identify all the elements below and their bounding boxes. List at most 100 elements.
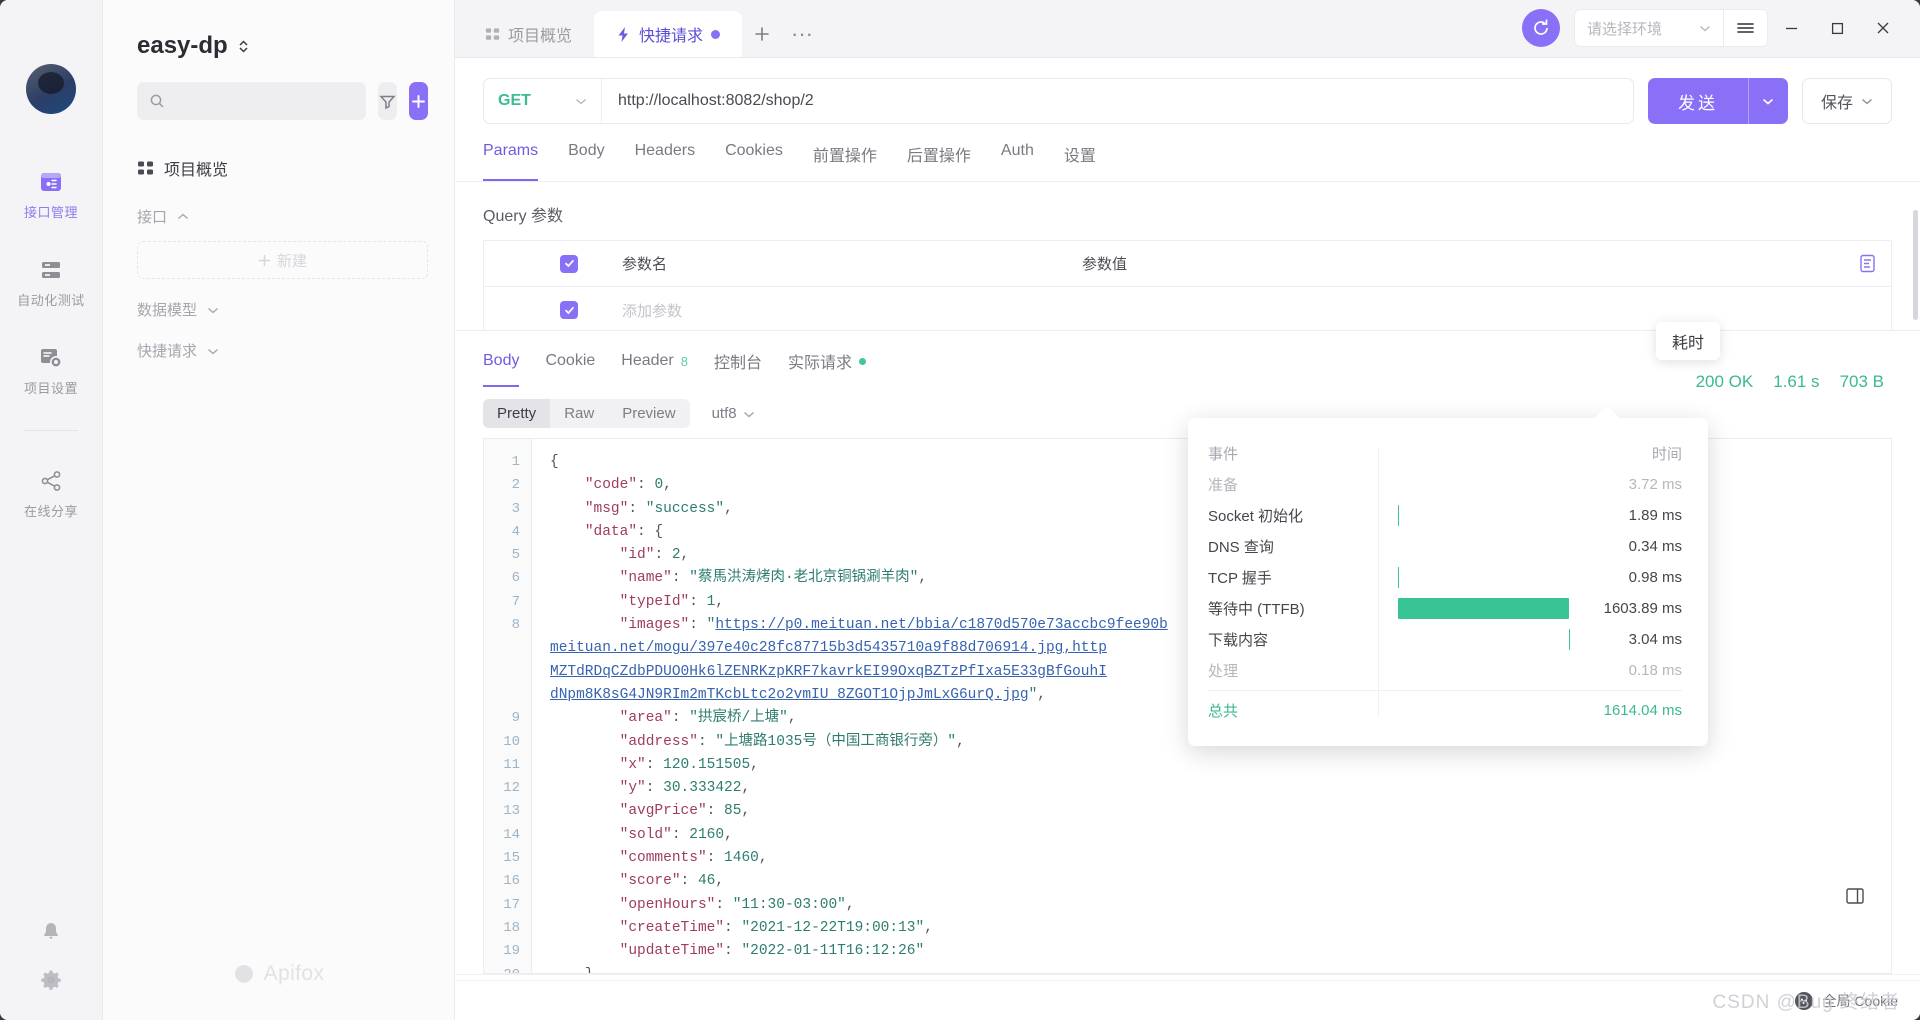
check-icon	[564, 305, 575, 316]
request-tab-settings[interactable]: 设置	[1064, 142, 1096, 181]
close-icon	[1875, 20, 1891, 36]
lightning-icon	[616, 26, 631, 43]
sidebar-group-interfaces[interactable]: 接口	[103, 186, 454, 227]
line-number: 14	[484, 824, 531, 847]
sidebar-group-data-models[interactable]: 数据模型	[103, 279, 454, 320]
new-tab-button[interactable]	[742, 11, 782, 57]
method-select[interactable]: GET	[484, 79, 602, 123]
check-icon	[564, 258, 575, 269]
split-pane-button[interactable]	[1845, 886, 1865, 911]
params-scrollbar[interactable]	[1913, 210, 1918, 320]
line-number: 13	[484, 800, 531, 823]
line-number: 15	[484, 847, 531, 870]
response-tab-cookie[interactable]: Cookie	[545, 349, 595, 387]
rail-item-automation-test[interactable]: 自动化测试	[0, 246, 102, 318]
sidebar-group-label-interfaces: 接口	[137, 206, 167, 227]
add-param-placeholder[interactable]: 添加参数	[622, 300, 1082, 321]
timing-time-dns: 0.34 ms	[1572, 538, 1682, 555]
rail-item-api-management[interactable]: 接口管理	[0, 158, 102, 230]
line-number: 7	[484, 591, 531, 614]
sidebar-overview-label: 项目概览	[164, 156, 228, 180]
timing-time-prepare: 3.72 ms	[1572, 476, 1682, 493]
plus-icon	[753, 25, 771, 43]
window-close-button[interactable]	[1860, 0, 1906, 57]
chevron-down-icon	[575, 97, 587, 105]
response-tab-actual-request[interactable]: 实际请求	[788, 349, 866, 387]
project-switcher[interactable]: easy-dp	[103, 0, 454, 82]
encoding-select[interactable]: utf8	[712, 405, 755, 422]
view-mode-pretty[interactable]: Pretty	[483, 399, 550, 428]
tab-project-overview[interactable]: 项目概览	[463, 11, 594, 57]
environment-menu-button[interactable]	[1724, 9, 1768, 47]
send-button[interactable]: 发送	[1648, 78, 1748, 124]
response-tab-header[interactable]: Header 8	[621, 349, 688, 387]
rail-item-project-settings[interactable]: 项目设置	[0, 334, 102, 406]
json-value-images-part2[interactable]: meituan.net/mogu/397e40c28fc87715b3d5435…	[550, 640, 1107, 656]
rail-label-automation-test: 自动化测试	[17, 290, 85, 309]
tab-label-project-overview: 项目概览	[508, 22, 572, 46]
table-row[interactable]: 参数名 参数值	[484, 241, 1891, 287]
rail-item-online-share[interactable]: 在线分享	[0, 457, 102, 529]
split-pane-icon	[1845, 886, 1865, 906]
timing-row-socket-init: Socket 初始化 1.89 ms	[1208, 500, 1682, 531]
tab-quick-request[interactable]: 快捷请求	[594, 11, 742, 57]
chevron-down-icon	[743, 410, 755, 418]
response-tab-console[interactable]: 控制台	[714, 349, 762, 387]
create-new-interface[interactable]: 新建	[137, 241, 428, 279]
json-value-score: 46	[698, 873, 715, 889]
plus-icon	[410, 93, 427, 110]
timing-col-event: 事件	[1208, 443, 1398, 464]
bell-icon[interactable]	[39, 920, 63, 944]
line-number: 20	[484, 964, 531, 974]
view-mode-preview[interactable]: Preview	[608, 399, 689, 428]
sidebar-group-quick-requests[interactable]: 快捷请求	[103, 320, 454, 361]
environment-select[interactable]: 请选择环境	[1574, 9, 1724, 47]
request-tab-pre-operation[interactable]: 前置操作	[813, 142, 877, 181]
request-tab-post-operation[interactable]: 后置操作	[907, 142, 971, 181]
json-value-images-part3[interactable]: MZTdRDqCZdbPDUO0Hk6lZENRKzpKRF7kavrkEI99…	[550, 664, 1107, 680]
timing-row-prepare: 准备 3.72 ms	[1208, 469, 1682, 500]
apifox-logo-icon	[233, 963, 255, 985]
request-tabs: Params Body Headers Cookies 前置操作 后置操作 Au…	[455, 124, 1920, 182]
line-number: 2	[484, 474, 531, 497]
response-tab-body[interactable]: Body	[483, 349, 519, 387]
timing-name-socket-init: Socket 初始化	[1208, 505, 1398, 526]
row-checkbox-cell	[560, 255, 622, 273]
sidebar-item-overview[interactable]: 项目概览	[103, 150, 454, 186]
row-checkbox[interactable]	[560, 255, 578, 273]
row-checkbox-cell	[560, 301, 622, 319]
chevron-down-icon	[1762, 97, 1774, 105]
search-box[interactable]	[137, 82, 366, 120]
filter-icon	[379, 93, 396, 110]
line-number: 1	[484, 451, 531, 474]
json-value-images-part1[interactable]: https://p0.meituan.net/bbia/c1870d570e73…	[715, 617, 1167, 633]
bulk-edit-button[interactable]	[1843, 254, 1891, 273]
response-tab-label-actual-request: 实际请求	[788, 349, 852, 373]
global-cookie-label[interactable]: 全局 Cookie	[1823, 991, 1898, 1011]
window-minimize-button[interactable]	[1768, 0, 1814, 57]
search-input[interactable]	[173, 93, 354, 109]
url-input[interactable]	[602, 92, 1633, 110]
window-maximize-button[interactable]	[1814, 0, 1860, 57]
send-options-button[interactable]	[1748, 78, 1788, 124]
request-tab-headers[interactable]: Headers	[635, 142, 695, 181]
add-button[interactable]	[409, 82, 428, 120]
json-value-images-part4[interactable]: dNpm8K8sG4JN9RIm2mTKcbLtc2o2vmIU_8ZGOT1O…	[550, 687, 1029, 703]
more-tabs-button[interactable]: ···	[782, 11, 822, 57]
request-tab-params[interactable]: Params	[483, 142, 538, 181]
row-checkbox[interactable]	[560, 301, 578, 319]
view-mode-raw[interactable]: Raw	[550, 399, 608, 428]
save-button[interactable]: 保存	[1802, 78, 1892, 124]
request-tab-cookies[interactable]: Cookies	[725, 142, 783, 181]
gear-icon[interactable]	[39, 968, 63, 992]
sync-button[interactable]	[1522, 9, 1560, 47]
filter-button[interactable]	[378, 82, 397, 120]
json-value-sold: 2160	[689, 827, 724, 843]
status-time[interactable]: 1.61 s	[1773, 372, 1819, 392]
timing-row-total: 总共 1614.04 ms	[1208, 690, 1682, 726]
timing-col-time: 时间	[1572, 443, 1682, 464]
timing-time-total: 1614.04 ms	[1572, 702, 1682, 719]
request-tab-body[interactable]: Body	[568, 142, 604, 181]
request-tab-auth[interactable]: Auth	[1001, 142, 1034, 181]
avatar[interactable]	[26, 64, 76, 114]
